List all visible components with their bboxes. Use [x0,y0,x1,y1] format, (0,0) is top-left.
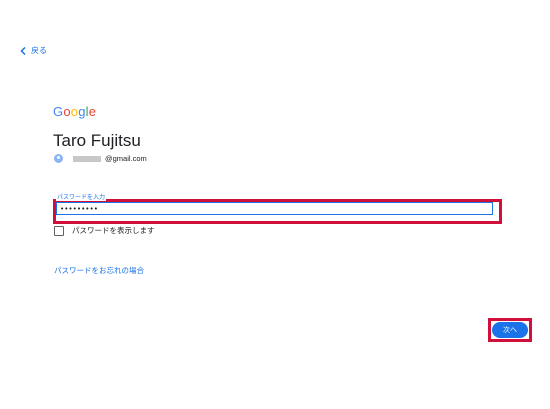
logo-letter: o [70,104,79,119]
masked-email-local [73,155,101,162]
back-label: 戻る [31,46,47,55]
account-name: Taro Fujitsu [53,131,141,150]
show-password-toggle[interactable]: パスワードを表示します [54,225,155,236]
email-suffix: @gmail.com [105,154,147,163]
logo-letter: o [63,104,71,119]
forgot-password-link[interactable]: パスワードをお忘れの場合 [54,265,144,276]
show-password-label: パスワードを表示します [72,226,155,235]
logo-letter: g [78,104,86,119]
password-field-label: パスワードを入力 [56,192,107,201]
login-page: 戻る Google Taro Fujitsu @gmail.com パスワードを… [0,0,550,409]
logo-letter: G [53,104,64,119]
chevron-left-icon [20,46,26,55]
google-logo: Google [53,104,96,119]
account-chip[interactable]: @gmail.com [54,154,147,163]
show-password-checkbox[interactable] [54,225,64,236]
logo-letter: e [88,104,97,119]
password-input[interactable] [56,202,493,215]
avatar-icon [54,154,63,163]
back-link[interactable]: 戻る [20,45,47,56]
next-button[interactable]: 次へ [492,322,528,338]
